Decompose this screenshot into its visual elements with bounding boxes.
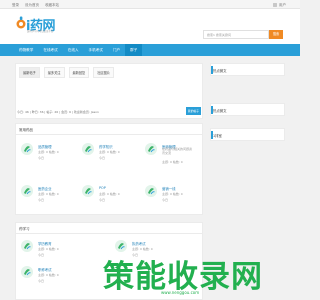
sidebar-hot-articles-2[interactable]: 热点微文: [210, 103, 285, 116]
forum-logo-icon: [21, 240, 33, 252]
card-title[interactable]: 学历教育: [38, 241, 52, 246]
search-input[interactable]: 搜索1 搜索关键词: [203, 30, 269, 39]
forum-card-quality[interactable]: 品质管理 主题: 0 帖数: 0 今日: [21, 143, 61, 165]
card-stats: 主题: 0 帖数: 0: [162, 192, 183, 196]
forum-card-title-exam[interactable]: 职称考试 主题: 0 帖数: 0 今日: [21, 266, 61, 288]
card-extra: 今日: [99, 198, 106, 202]
tab-latest-posts[interactable]: 最新帖子: [19, 67, 40, 78]
watermark: 策能收录网 www.nenggou.com: [103, 262, 300, 300]
forum-logo-icon: [115, 240, 127, 252]
forum-card-pharma-enterprise[interactable]: 医药企业 主题: 0 帖数: 0 今日: [21, 185, 61, 207]
sidebar-label: 热点微文: [213, 109, 227, 113]
card-title[interactable]: 营销一线: [162, 186, 176, 191]
card-title[interactable]: 品质管理: [38, 144, 52, 149]
tab-latest-replies[interactable]: 最新回复: [68, 67, 90, 78]
tab-most-followed[interactable]: 最多关注: [43, 67, 65, 78]
nav-item-online-entry[interactable]: 在线入: [63, 44, 84, 56]
bookmark-link[interactable]: 收藏本站: [45, 3, 59, 8]
card-title[interactable]: 执药考试: [132, 241, 146, 246]
login-link[interactable]: 登录: [12, 3, 19, 8]
card-stats: 主题: 0 帖数: 0: [38, 150, 59, 154]
nav-item-mobile-exam[interactable]: 手机考试: [84, 44, 108, 56]
forum-logo-icon: [145, 143, 157, 155]
tab-community-images[interactable]: 社区图片: [93, 67, 114, 78]
search-button[interactable]: 搜索: [269, 30, 283, 39]
card-extra: 今日: [38, 279, 45, 283]
forum-logo-icon: [21, 143, 33, 155]
section-title: 常用药品: [16, 124, 202, 135]
forum-card-academic-education[interactable]: 学历教育 主题: 0 帖数: 0 今日: [21, 240, 61, 262]
section-title: 药学习: [16, 223, 202, 234]
top-utility-bar: 登录 设为首页 收藏本站 用户: [0, 0, 300, 9]
watermark-url: www.nenggou.com: [161, 290, 200, 295]
user-icon: [273, 3, 277, 7]
card-extra: 今日: [38, 198, 45, 202]
my-posts-button[interactable]: 我的帖子: [186, 107, 201, 115]
card-stats: 主题: 0 帖数: 0: [99, 150, 120, 154]
nav-item-online-exam[interactable]: 在线考试: [38, 44, 62, 56]
watermark-text: 策能收录网: [103, 259, 263, 295]
card-extra: 今日: [162, 198, 169, 202]
brand-tagline: 医药学习与考试信息平台: [27, 30, 54, 33]
sidebar-label: 1排室: [213, 134, 222, 138]
card-extra: 今日: [132, 253, 139, 257]
top-links: 登录 设为首页 收藏本站: [12, 3, 59, 8]
site-logo[interactable]: i药网 医药学习与考试信息平台: [16, 16, 64, 34]
card-extra: 今日: [38, 253, 45, 257]
sidebar-ranking[interactable]: 1排室: [210, 128, 285, 141]
card-stats: 主题: 0 帖数: 0: [38, 247, 59, 251]
card-title[interactable]: POP: [99, 186, 106, 190]
forum-logo-icon: [145, 185, 157, 197]
forum-logo-icon: [21, 185, 33, 197]
forum-card-physician-management[interactable]: 医师管理 在药品与相关的问题资讯交流 主题: 0 帖数: 0: [145, 143, 192, 165]
card-description: 在药品与相关的问题资讯交流: [162, 147, 193, 155]
card-stats: 主题: 0 帖数: 0: [99, 192, 120, 196]
main-nav: 药物教学 在线考试 在线入 手机考试 门户 群子: [0, 44, 300, 56]
card-stats: 主题: 0 帖数: 0: [38, 192, 59, 196]
logo-mark-icon: [16, 16, 26, 29]
forum-card-pop[interactable]: POP 主题: 0 帖数: 0 今日: [82, 185, 122, 207]
forum-logo-icon: [82, 143, 94, 155]
sidebar-hot-articles-1[interactable]: 热点微文: [210, 63, 285, 76]
nav-item-group[interactable]: 群子: [125, 44, 143, 56]
card-title[interactable]: 药学知识: [99, 144, 113, 149]
set-homepage-link[interactable]: 设为首页: [25, 3, 39, 8]
forum-logo-icon: [21, 266, 33, 278]
forum-stats-line: 今日: 46 | 昨日: 36 | 帖子: 26 | 会员: 6 | 欢迎新会员…: [17, 110, 99, 114]
forum-card-pharmacy-knowledge[interactable]: 药学知识 主题: 0 帖数: 0 今日: [82, 143, 122, 165]
user-menu[interactable]: 用户: [273, 3, 286, 8]
user-label: 用户: [279, 2, 286, 7]
sidebar-label: 热点微文: [213, 69, 227, 73]
card-title[interactable]: 职称考试: [38, 267, 52, 272]
nav-item-portal[interactable]: 门户: [108, 44, 125, 56]
forum-tabs: 最新帖子 最多关注 最新回复 社区图片: [16, 64, 202, 81]
card-extra: 今日: [38, 156, 45, 160]
forum-logo-icon: [82, 185, 94, 197]
card-extra: 今日: [99, 156, 106, 160]
card-title[interactable]: 医药企业: [38, 186, 52, 191]
card-stats: 主题: 0 帖数: 0: [38, 273, 59, 277]
nav-item-teaching[interactable]: 药物教学: [14, 44, 38, 56]
card-extra: 主题: 0 帖数: 0: [162, 160, 183, 164]
card-stats: 主题: 0 帖数: 0: [132, 247, 153, 251]
forum-card-marketing[interactable]: 营销一线 主题: 0 帖数: 0 今日: [145, 185, 185, 207]
site-header: i药网 医药学习与考试信息平台 搜索1 搜索关键词 搜索: [0, 9, 300, 44]
